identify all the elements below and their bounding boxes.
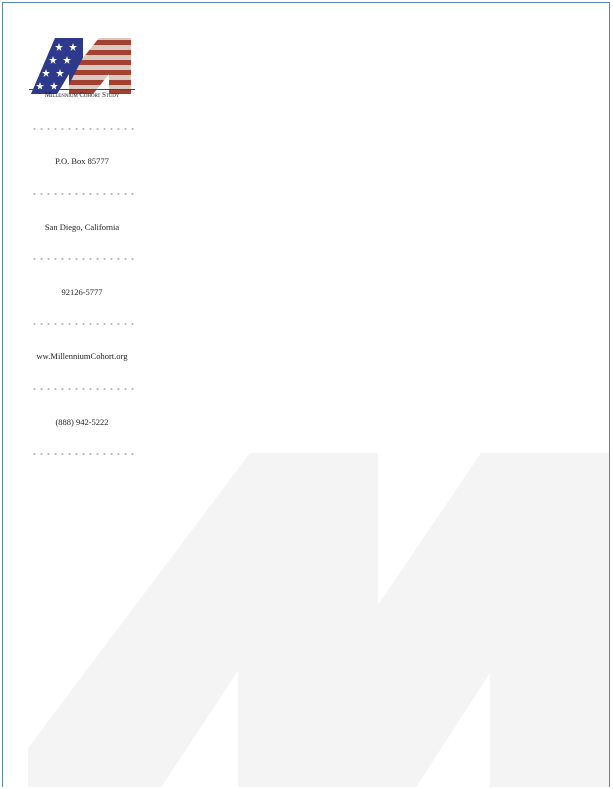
city-state-text: San Diego, California — [44, 222, 120, 232]
m-watermark-icon — [28, 453, 609, 787]
po-box-text: P.O. Box 85777 — [55, 156, 109, 166]
zip-code-text: 92126-5777 — [61, 287, 103, 297]
website-text: ww.MillenniumCohort.org — [36, 351, 128, 361]
letterhead-page: Millennium Cohort Study P.O. Box 85777 S… — [2, 2, 610, 787]
dotted-divider — [31, 323, 135, 325]
dotted-divider — [31, 258, 135, 260]
dotted-divider — [31, 193, 135, 195]
phone-text: (888) 942-5222 — [55, 417, 109, 427]
dotted-divider — [31, 453, 135, 455]
dotted-divider — [31, 388, 135, 390]
logo-caption: Millennium Cohort Study — [29, 89, 135, 99]
dotted-divider — [31, 128, 135, 130]
